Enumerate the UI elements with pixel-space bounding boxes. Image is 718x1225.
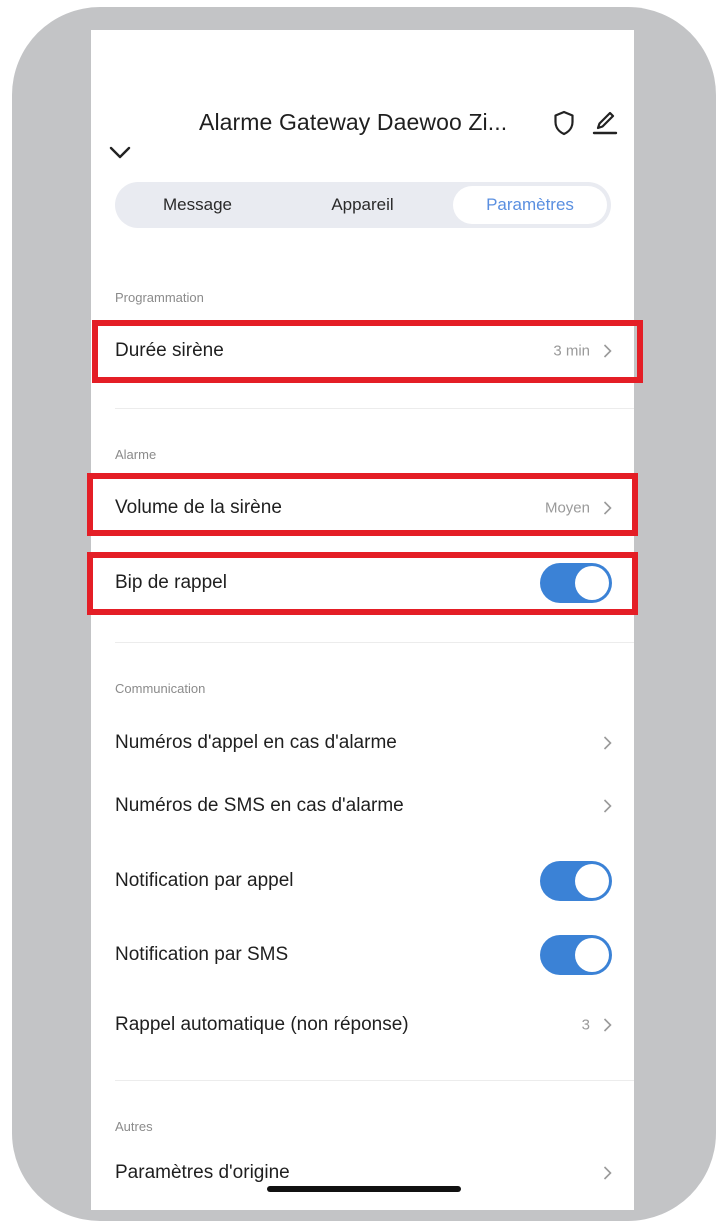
row-label: Durée sirène — [115, 340, 224, 361]
app-screen: Alarme Gateway Daewoo Zi... Message Appa… — [91, 30, 634, 1210]
divider — [115, 408, 634, 409]
tab-appareil[interactable]: Appareil — [280, 182, 445, 228]
row-rappel-automatique[interactable]: Rappel automatique (non réponse) 3 — [91, 1000, 634, 1050]
row-label: Paramètres d'origine — [115, 1162, 290, 1183]
bip-rappel-toggle[interactable] — [540, 563, 612, 603]
chevron-right-icon — [603, 799, 612, 813]
row-numeros-appel[interactable]: Numéros d'appel en cas d'alarme — [91, 718, 634, 768]
row-value: 3 min — [553, 342, 590, 360]
row-label: Notification par SMS — [115, 944, 289, 965]
pencil-icon[interactable] — [591, 108, 619, 136]
chevron-right-icon — [603, 736, 612, 750]
section-label-autres: Autres — [115, 1119, 153, 1134]
row-label: Volume de la sirène — [115, 497, 282, 518]
row-bip-rappel: Bip de rappel — [91, 558, 634, 608]
row-label: Bip de rappel — [115, 572, 227, 593]
tab-message[interactable]: Message — [115, 182, 280, 228]
row-notification-sms: Notification par SMS — [91, 930, 634, 980]
home-indicator[interactable] — [267, 1186, 461, 1192]
row-label: Notification par appel — [115, 870, 294, 891]
divider — [115, 1080, 634, 1081]
tab-bar: Message Appareil Paramètres — [115, 182, 611, 228]
row-value: Moyen — [544, 499, 590, 517]
page-title: Alarme Gateway Daewoo Zi... — [199, 109, 508, 135]
notification-appel-toggle[interactable] — [540, 861, 612, 901]
row-duree-sirene[interactable]: Durée sirène 3 min — [91, 326, 634, 376]
row-label: Numéros de SMS en cas d'alarme — [115, 795, 404, 816]
section-label-communication: Communication — [115, 681, 206, 696]
toggle-knob — [575, 938, 609, 972]
divider — [115, 642, 634, 643]
row-numeros-sms[interactable]: Numéros de SMS en cas d'alarme — [91, 781, 634, 831]
row-label: Numéros d'appel en cas d'alarme — [115, 732, 397, 753]
row-volume-sirene[interactable]: Volume de la sirène Moyen — [91, 483, 634, 533]
toggle-knob — [575, 566, 609, 600]
chevron-right-icon — [603, 501, 612, 515]
shield-icon[interactable] — [553, 110, 575, 136]
toggle-knob — [575, 864, 609, 898]
chevron-right-icon — [603, 344, 612, 358]
row-notification-appel: Notification par appel — [91, 856, 634, 906]
section-label-programmation: Programmation — [115, 290, 204, 305]
row-value: 3 — [581, 1016, 590, 1034]
row-label: Rappel automatique (non réponse) — [115, 1014, 409, 1035]
tab-parametres[interactable]: Paramètres — [453, 186, 607, 224]
chevron-down-icon[interactable] — [109, 146, 131, 160]
chevron-right-icon — [603, 1166, 612, 1180]
notification-sms-toggle[interactable] — [540, 935, 612, 975]
header: Alarme Gateway Daewoo Zi... — [91, 30, 634, 170]
section-label-alarme: Alarme — [115, 447, 157, 462]
chevron-right-icon — [603, 1018, 612, 1032]
